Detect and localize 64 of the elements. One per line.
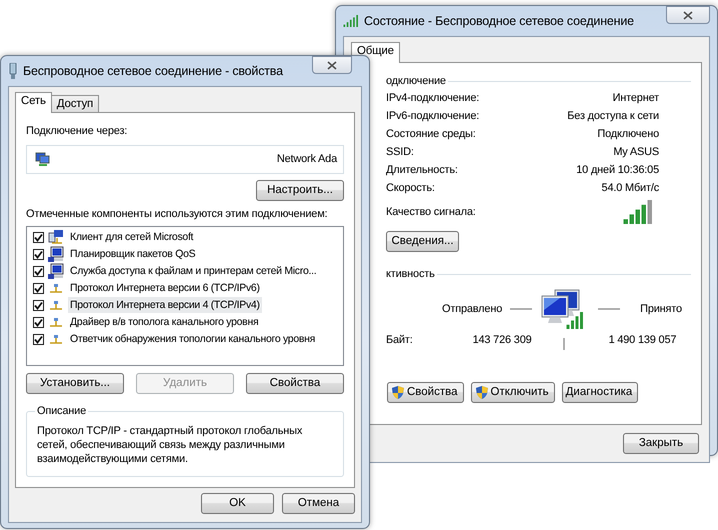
list-item[interactable]: Протокол Интернета версии 4 (TCP/IPv4): [68, 297, 262, 314]
adapter-name: Network Ada: [276, 152, 337, 168]
field-label: IPv4-подключение:: [386, 90, 480, 106]
field-value: My ASUS: [613, 144, 659, 160]
section-label: Отмеченные компоненты используются этим подключением:: [26, 207, 328, 222]
client-icon: [48, 229, 64, 246]
list-item[interactable]: Планировщик пакетов QoS: [68, 246, 198, 262]
checkbox[interactable]: [33, 248, 44, 260]
dialog-button[interactable]: Отмена: [282, 493, 355, 514]
window-title: Беспроводное сетевое соединение - свойства: [23, 62, 283, 80]
field-label: SSID:: [386, 144, 414, 160]
signal-strength-icon: [623, 200, 653, 224]
service-icon: [48, 246, 64, 262]
checkbox[interactable]: [33, 266, 44, 277]
component-button[interactable]: Свойства: [246, 373, 344, 394]
network-adapter-icon: [8, 63, 18, 79]
field-label: Скорость:: [386, 180, 435, 196]
list-item[interactable]: Служба доступа к файлам и принтерам сетей Micro...: [68, 263, 318, 280]
sent-label: Отправлено: [442, 302, 502, 317]
bytes-label: Байт:: [386, 332, 413, 348]
field-value: Интернет: [612, 90, 659, 106]
tab[interactable]: Сеть: [15, 92, 52, 113]
action-button[interactable]: Диагностика: [562, 382, 638, 403]
field-value: 10 дней 10:36:05: [576, 162, 659, 178]
connector-line: [510, 308, 532, 310]
field-label: Длительность:: [386, 162, 458, 178]
field-value: Без доступа к сети: [567, 108, 659, 124]
bytes-received-value: 1 490 139 057: [608, 332, 676, 348]
checkbox[interactable]: [33, 300, 44, 311]
checkbox[interactable]: [33, 282, 44, 294]
checkbox[interactable]: [33, 232, 44, 243]
close-dialog-button[interactable]: Закрыть: [623, 433, 699, 454]
service-icon: [48, 263, 64, 280]
field-value: Подключено: [597, 126, 659, 142]
received-label: Принято: [640, 302, 682, 317]
close-button[interactable]: [312, 56, 352, 74]
section-label: Подключение через:: [26, 124, 128, 139]
shield-icon: [474, 385, 488, 400]
bytes-sent-value: 143 726 309: [472, 332, 532, 348]
dialog-button[interactable]: OK: [201, 493, 274, 514]
divider-tick: [562, 338, 565, 350]
checkbox[interactable]: [33, 334, 44, 345]
component-button[interactable]: Установить...: [26, 373, 124, 394]
description-text: Протокол TCP/IP - стандартный протокол глобальных сетей, обеспечивающий связь между различными взаимодействующими сетями.: [37, 424, 304, 466]
field-label: IPv6-подключение:: [386, 108, 480, 124]
window-title: Состояние - Беспроводное сетевое соединение: [364, 12, 634, 30]
action-button[interactable]: Свойства: [387, 382, 464, 403]
configure-button[interactable]: Настроить...: [256, 180, 344, 202]
field-value: 54.0 Мбит/с: [602, 180, 659, 196]
network-icon: [35, 152, 50, 167]
list-item[interactable]: Ответчик обнаружения топологии канального уровня: [68, 331, 318, 348]
list-item[interactable]: Протокол Интернета версии 6 (TCP/IPv6): [68, 280, 262, 296]
action-button[interactable]: Отключить: [470, 382, 555, 403]
details-button[interactable]: Сведения...: [386, 231, 459, 252]
field-label: Состояние среды:: [386, 126, 476, 142]
tab[interactable]: Доступ: [50, 95, 100, 113]
list-item[interactable]: Драйвер в/в тополога канального уровня: [68, 314, 260, 330]
field-label: Качество сигнала:: [386, 204, 476, 220]
connector-line: [598, 308, 620, 310]
signal-icon: [343, 15, 359, 27]
close-button[interactable]: [666, 6, 710, 24]
list-item[interactable]: Клиент для сетей Microsoft: [68, 229, 196, 246]
shield-icon: [391, 385, 405, 400]
checkbox[interactable]: [33, 316, 44, 328]
